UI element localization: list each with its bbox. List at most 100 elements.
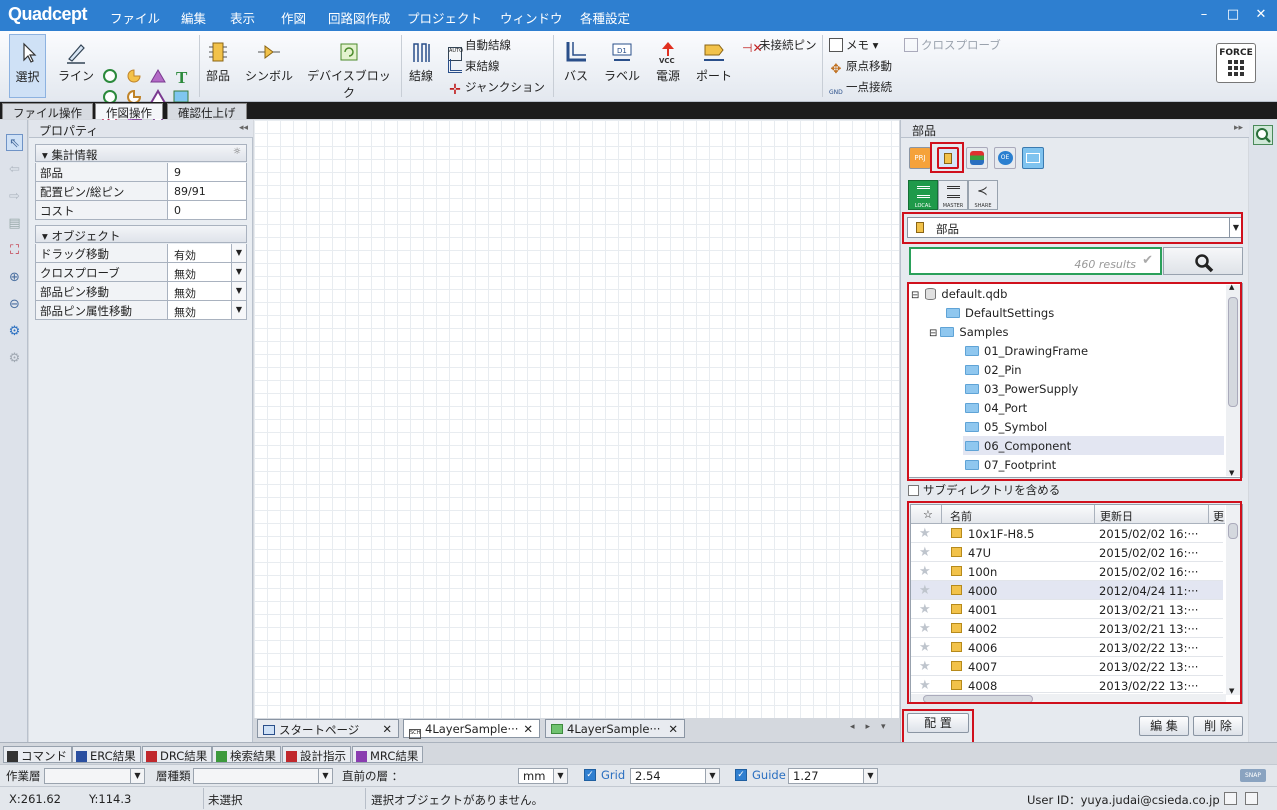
pin-icon[interactable]: ☼ xyxy=(233,147,241,157)
dropdown-arrow-icon[interactable]: ▼ xyxy=(863,769,877,783)
select-cursor-icon[interactable]: ⇖ xyxy=(6,134,23,151)
tab-design-instruction[interactable]: 設計指示 xyxy=(282,746,351,763)
redo-icon[interactable]: ⇨ xyxy=(6,188,23,205)
select-tool-button[interactable]: 選択 xyxy=(9,34,46,98)
dropdown-arrow-icon[interactable]: ▼ xyxy=(231,282,246,300)
port-tool-button[interactable]: ポート xyxy=(694,40,734,84)
dropdown-arrow-icon[interactable]: ▼ xyxy=(130,769,144,783)
search-result-icon xyxy=(216,751,227,762)
summary-group-header[interactable]: ▾ 集計情報 ☼ xyxy=(35,144,247,162)
menu-project[interactable]: プロジェクト xyxy=(407,8,482,27)
part-tool-button[interactable]: 部品 xyxy=(203,40,233,84)
mode-share[interactable]: ≺ SHARE xyxy=(968,180,998,210)
tab-mrc[interactable]: MRC結果 xyxy=(352,746,424,763)
menu-view[interactable]: 表示 xyxy=(230,8,255,27)
line-tool-button[interactable]: ライン xyxy=(56,40,96,84)
cursor-x-readout: X:261.62 xyxy=(9,792,61,806)
work-layer-select[interactable]: ▼ xyxy=(44,768,145,784)
cross-probe-button[interactable]: クロスプローブ xyxy=(904,37,1001,53)
doc-tab-pcb[interactable]: 4LayerSample··· ✕ xyxy=(545,719,685,738)
bus-tool-button[interactable]: バス xyxy=(559,40,593,84)
origin-move-button[interactable]: ✥ 原点移動 xyxy=(829,58,892,78)
dropdown-arrow-icon[interactable]: ▼ xyxy=(231,301,246,319)
save-icon[interactable]: ▤ xyxy=(6,215,23,232)
menu-edit[interactable]: 編集 xyxy=(181,8,206,27)
mode-master[interactable]: MASTER xyxy=(938,180,968,210)
pc-library-icon[interactable] xyxy=(1022,147,1044,169)
layer-type-select[interactable]: ▼ xyxy=(193,768,333,784)
tab-drc[interactable]: DRC結果 xyxy=(142,746,213,763)
memo-button[interactable]: メモ ▾ xyxy=(829,37,878,53)
restore-button[interactable]: □ xyxy=(1225,7,1241,23)
wire-tool-button[interactable]: 結線 xyxy=(406,40,436,84)
tab-draw-ops[interactable]: 作図操作 xyxy=(95,103,163,120)
junction-button[interactable]: ✛ ジャンクション xyxy=(448,79,545,98)
edit-button[interactable]: 編 集 xyxy=(1139,716,1189,736)
tab-check-finish[interactable]: 確認仕上げ xyxy=(167,103,247,120)
force-button[interactable]: FORCE xyxy=(1216,43,1256,83)
doc-tab-sch-active[interactable]: SCH 4LayerSample··· ✕ xyxy=(403,719,540,739)
prop-select-value[interactable]: 無効 xyxy=(170,282,230,300)
guide-select[interactable]: 1.27 ▼ xyxy=(788,768,878,784)
close-tab-icon[interactable]: ✕ xyxy=(668,722,678,736)
dropdown-arrow-icon[interactable]: ▼ xyxy=(231,244,246,262)
monitor-icon[interactable] xyxy=(1245,792,1258,805)
bundle-wire-button[interactable]: 束結線 xyxy=(448,58,500,74)
close-tab-icon[interactable]: ✕ xyxy=(523,722,533,736)
tab-erc[interactable]: ERC結果 xyxy=(72,746,141,763)
monitor-icon[interactable] xyxy=(1224,792,1237,805)
snap-button[interactable]: SNAP xyxy=(1240,769,1266,782)
gear-disabled-icon[interactable]: ⚙ xyxy=(6,350,23,367)
dropdown-arrow-icon[interactable]: ▼ xyxy=(705,769,719,783)
power-tool-button[interactable]: VCC 電源 xyxy=(650,40,686,84)
prop-select-value[interactable]: 無効 xyxy=(170,301,230,319)
fit-screen-icon[interactable]: ⛶ xyxy=(6,242,23,259)
menu-file[interactable]: ファイル xyxy=(110,8,160,27)
mode-local[interactable]: LOCAL xyxy=(908,180,938,210)
collapse-right-icon[interactable]: ▸▸ xyxy=(1234,123,1243,133)
tab-file-ops[interactable]: ファイル操作 xyxy=(2,103,93,120)
device-block-button[interactable]: デバイスブロック xyxy=(302,40,396,101)
menu-draw[interactable]: 作図 xyxy=(281,8,306,27)
collapse-left-icon[interactable]: ◂◂ xyxy=(239,123,248,133)
close-tab-icon[interactable]: ✕ xyxy=(382,722,392,736)
object-group-header[interactable]: ▾ オブジェクト xyxy=(35,225,247,243)
menu-settings[interactable]: 各種設定 xyxy=(580,8,630,27)
guide-checkbox[interactable]: ✓ xyxy=(735,769,747,781)
tab-scroll-icons[interactable]: ◂▸▾ xyxy=(850,722,897,732)
grid-select[interactable]: 2.54 ▼ xyxy=(630,768,720,784)
power-label: 電源 xyxy=(655,69,680,83)
project-library-icon[interactable]: PRJ xyxy=(909,147,931,169)
schematic-canvas[interactable] xyxy=(254,120,899,718)
minimize-button[interactable]: – xyxy=(1196,7,1212,23)
one-point-connect-button[interactable]: GND 一点接続 xyxy=(829,79,892,98)
layers-icon[interactable] xyxy=(966,147,988,169)
tab-search[interactable]: 検索結果 xyxy=(212,746,281,763)
tab-command[interactable]: コマンド xyxy=(3,746,72,763)
prop-select-value[interactable]: 無効 xyxy=(170,263,230,281)
search-input[interactable]: 460 results ✔ xyxy=(909,247,1162,275)
dropdown-arrow-icon[interactable]: ▼ xyxy=(231,263,246,281)
unconnected-pin-button[interactable]: ⊣✕未接続ピン xyxy=(742,37,817,56)
zoom-in-icon[interactable]: ⊕ xyxy=(6,269,23,286)
search-button[interactable] xyxy=(1163,247,1243,275)
close-button[interactable]: ✕ xyxy=(1253,7,1269,23)
menu-window[interactable]: ウィンドウ xyxy=(500,8,563,27)
label-tool-button[interactable]: D1 ラベル xyxy=(602,40,642,84)
magnifier-view-icon[interactable] xyxy=(1253,125,1273,145)
include-subdirs-checkbox[interactable]: サブディレクトリを含める xyxy=(908,482,1060,498)
symbol-tool-button[interactable]: シンボル xyxy=(243,40,295,84)
delete-button[interactable]: 削 除 xyxy=(1193,716,1243,736)
dropdown-arrow-icon[interactable]: ▼ xyxy=(318,769,332,783)
undo-icon[interactable]: ⇦ xyxy=(6,161,23,178)
unit-select[interactable]: mm ▼ xyxy=(518,768,568,784)
oe-library-icon[interactable]: OE xyxy=(994,147,1016,169)
zoom-out-icon[interactable]: ⊖ xyxy=(6,296,23,313)
menu-schematic[interactable]: 回路図作成 xyxy=(328,8,391,27)
grid-checkbox[interactable]: ✓ xyxy=(584,769,596,781)
checkbox-box[interactable] xyxy=(908,485,919,496)
dropdown-arrow-icon[interactable]: ▼ xyxy=(553,769,567,783)
prop-select-value[interactable]: 有効 xyxy=(170,244,230,262)
doc-tab-start-page[interactable]: スタートページ ✕ xyxy=(257,719,399,738)
settings-gear-icon[interactable]: ⚙ xyxy=(6,323,23,340)
